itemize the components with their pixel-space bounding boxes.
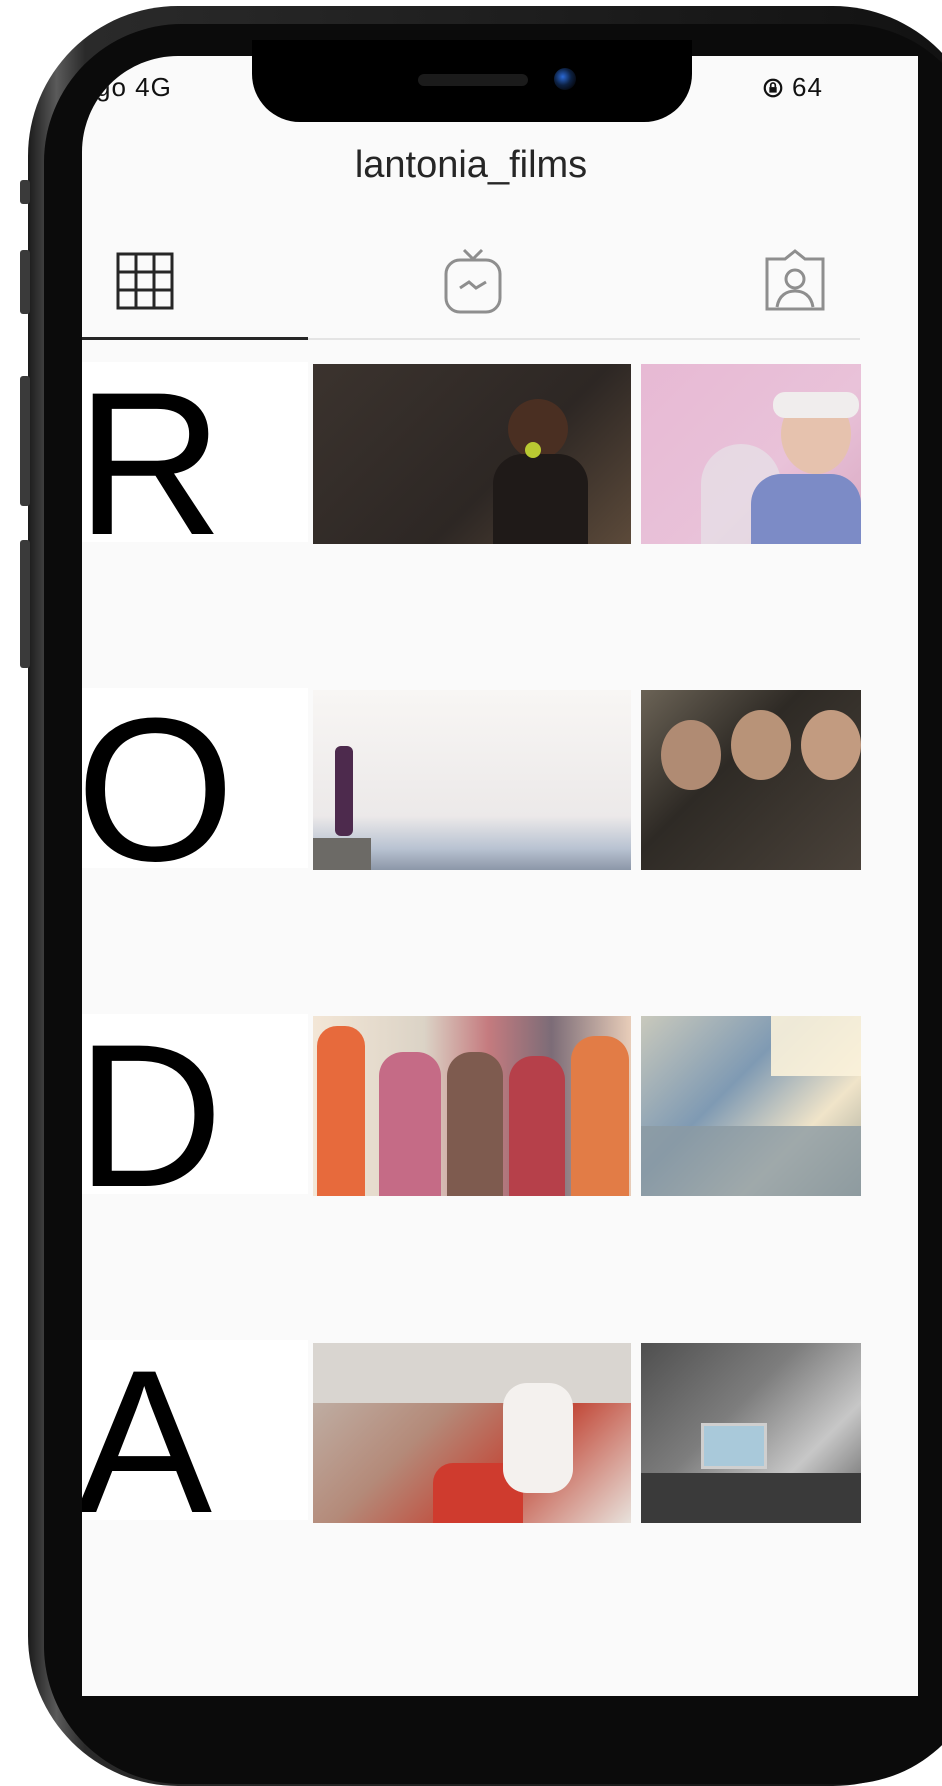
photo-sun	[771, 1016, 861, 1076]
photo-player-white	[503, 1383, 573, 1493]
tab-igtv[interactable]	[438, 246, 508, 316]
front-camera	[554, 68, 576, 90]
active-tab-indicator	[82, 337, 308, 340]
grid-icon	[116, 252, 174, 310]
photo-bench	[641, 1126, 861, 1196]
photo-face	[801, 710, 861, 780]
post-man-on-cliff-photo[interactable]	[313, 690, 631, 870]
status-carrier: go 4G	[96, 72, 172, 102]
letter-text: D	[82, 1014, 224, 1194]
side-button-volume-up	[20, 250, 30, 314]
post-letter-a[interactable]: A	[82, 1340, 308, 1520]
tab-tagged[interactable]	[760, 246, 830, 316]
photo-figure	[317, 1026, 365, 1196]
photo-gym-windows	[313, 1343, 631, 1403]
status-right: 64	[762, 72, 823, 103]
phone-screen: go 4G 64 lantonia_films R O D A	[82, 56, 918, 1696]
photo-shirt	[751, 474, 861, 544]
photo-desk	[641, 1473, 861, 1523]
post-woman-pink-background-photo[interactable]	[641, 364, 861, 544]
notch	[252, 40, 692, 122]
side-button-volume-down	[20, 376, 30, 506]
letter-text: A	[82, 1340, 213, 1520]
post-basketball-players-photo[interactable]	[313, 1343, 631, 1523]
microphone-icon	[525, 442, 541, 458]
side-button-power	[20, 540, 30, 668]
post-office-desks-photo[interactable]	[641, 1343, 861, 1523]
photo-man	[335, 746, 353, 836]
post-group-of-women-photo[interactable]	[313, 1016, 631, 1196]
post-letter-d[interactable]: D	[82, 1014, 308, 1194]
tagged-icon	[765, 249, 825, 311]
profile-tabs	[82, 226, 860, 340]
profile-username: lantonia_films	[354, 144, 588, 186]
photo-figure	[509, 1056, 565, 1196]
photo-cliff	[313, 838, 371, 870]
photo-figure	[447, 1052, 503, 1196]
earpiece-speaker	[418, 74, 528, 86]
photo-figure-body	[493, 454, 588, 544]
photo-figure	[379, 1052, 441, 1196]
photo-figure	[571, 1036, 629, 1196]
side-button-mute	[20, 180, 30, 204]
igtv-icon	[444, 248, 502, 314]
rotation-lock-icon	[763, 78, 783, 97]
post-letter-o[interactable]: O	[82, 688, 308, 868]
post-singer-on-stage-photo[interactable]	[313, 364, 631, 544]
tab-grid[interactable]	[110, 246, 180, 316]
letter-text: R	[82, 362, 224, 542]
post-mosaic-bench-photo[interactable]	[641, 1016, 861, 1196]
photo-laptop-screen	[701, 1423, 767, 1469]
post-letter-r[interactable]: R	[82, 362, 308, 542]
photo-face	[731, 710, 791, 780]
battery-level: 64	[792, 72, 823, 102]
letter-text: O	[82, 688, 235, 868]
photo-face	[661, 720, 721, 790]
post-women-in-headscarves-photo[interactable]	[641, 690, 861, 870]
photo-headband	[773, 392, 859, 418]
